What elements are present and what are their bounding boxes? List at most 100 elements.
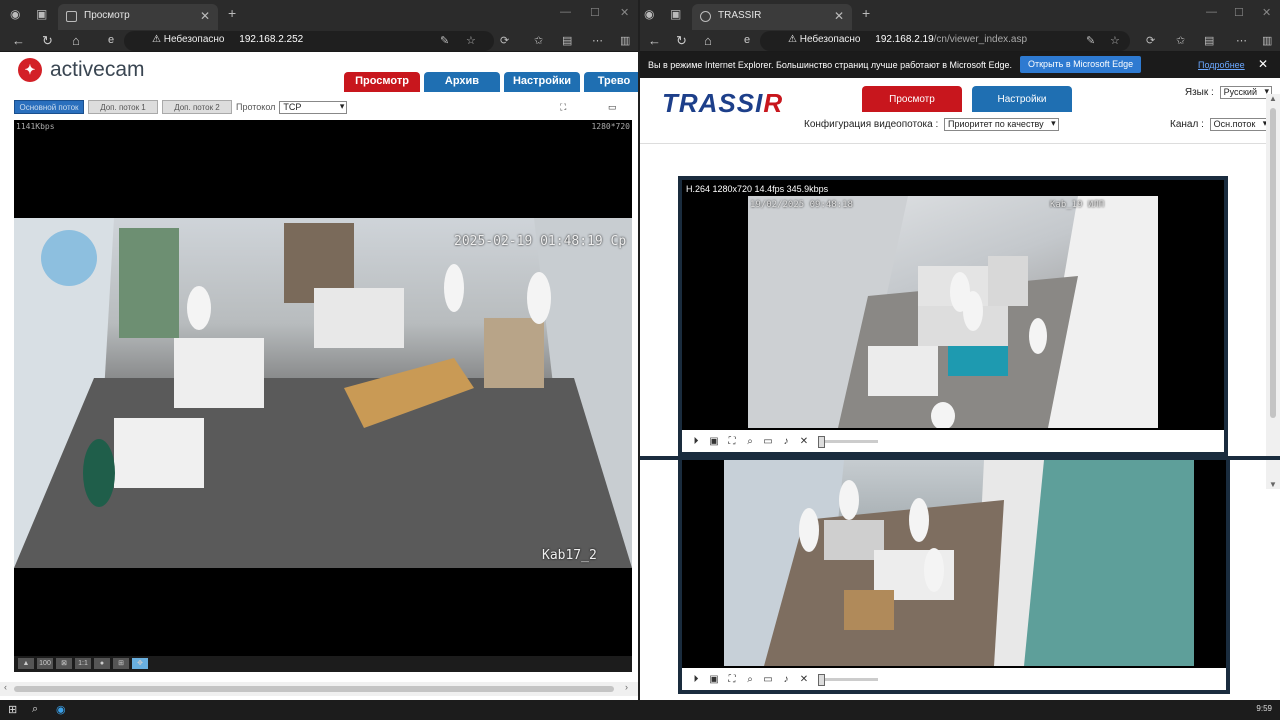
- insecure-warning[interactable]: ⚠ Небезопасно: [152, 34, 224, 45]
- favorite-star-icon[interactable]: ☆: [1110, 34, 1120, 47]
- grid-icon[interactable]: ⊞: [113, 658, 129, 669]
- fullscreen-icon[interactable]: ⛶: [726, 436, 738, 447]
- language-select[interactable]: Русский: [1219, 86, 1272, 99]
- scroll-down-icon[interactable]: ▼: [1269, 480, 1277, 489]
- stream-main-button[interactable]: Основной поток: [14, 100, 84, 114]
- scroll-right-icon[interactable]: ›: [625, 682, 628, 692]
- insecure-warning[interactable]: ⚠ Небезопасно: [788, 34, 860, 45]
- tab-actions-icon[interactable]: ▣: [670, 7, 681, 21]
- menu-icon[interactable]: ⋯: [1236, 34, 1247, 47]
- snapshot-icon[interactable]: ▣: [708, 674, 720, 685]
- nav-arkhiv[interactable]: Архив: [424, 72, 500, 92]
- microphone-icon[interactable]: ♪: [780, 436, 792, 447]
- video-player-1[interactable]: H.264 1280x720 14.4fps 345.9kbps 19/02/2…: [678, 176, 1228, 456]
- edge-icon[interactable]: ◉: [56, 703, 66, 716]
- maximize-icon[interactable]: ☐: [1234, 6, 1244, 19]
- fullscreen-icon[interactable]: ⛶: [726, 674, 738, 685]
- snapshot-icon[interactable]: ▣: [708, 436, 720, 447]
- sidebar-icon[interactable]: ▥: [1262, 34, 1272, 47]
- record-icon[interactable]: ▭: [762, 674, 774, 685]
- ptz-icon[interactable]: ✥: [132, 658, 148, 669]
- new-tab-icon[interactable]: +: [862, 5, 870, 21]
- collections-icon[interactable]: ▤: [1204, 34, 1214, 47]
- mute-icon[interactable]: ✕: [798, 436, 810, 447]
- maximize-icon[interactable]: ☐: [590, 6, 600, 19]
- record-icon[interactable]: ●: [94, 658, 110, 669]
- learn-more-link[interactable]: Подробнее: [1198, 60, 1245, 70]
- camera-feed-2: [724, 460, 1194, 666]
- volume-slider[interactable]: [818, 435, 878, 448]
- stream-sub1-button[interactable]: Доп. поток 1: [88, 100, 158, 114]
- read-aloud-icon[interactable]: ✎: [1086, 34, 1095, 47]
- stream-config-select[interactable]: Приоритет по качеству: [944, 118, 1059, 131]
- protocol-select[interactable]: TCP: [279, 100, 348, 114]
- refresh-icon[interactable]: ↻: [676, 33, 687, 49]
- stream-sub2-button[interactable]: Доп. поток 2: [162, 100, 232, 114]
- horizontal-scrollbar[interactable]: ‹ ›: [0, 682, 638, 696]
- close-infobar-icon[interactable]: ✕: [1258, 57, 1268, 71]
- back-icon[interactable]: ←: [648, 33, 661, 48]
- tab-trassir[interactable]: TRASSIR ✕: [692, 4, 852, 30]
- nav-prosmotr[interactable]: Просмотр: [344, 72, 420, 92]
- nav-trevogi[interactable]: Трево: [584, 72, 638, 92]
- mute-icon[interactable]: ✕: [798, 674, 810, 685]
- close-window-icon[interactable]: ✕: [1262, 6, 1271, 19]
- scroll-thumb[interactable]: [1270, 108, 1276, 418]
- ie-mode-icon[interactable]: e: [744, 34, 750, 46]
- fullscreen-icon[interactable]: ⛶: [560, 102, 566, 113]
- one-to-one-button[interactable]: 1:1: [75, 658, 91, 669]
- scroll-thumb[interactable]: [14, 686, 614, 692]
- zoom-icon[interactable]: ⌕: [744, 674, 756, 685]
- menu-icon[interactable]: ⋯: [592, 34, 603, 47]
- snapshot-icon[interactable]: ▲: [18, 658, 34, 669]
- tab-actions-icon[interactable]: ▣: [36, 7, 47, 21]
- record-icon[interactable]: ▭: [762, 436, 774, 447]
- back-icon[interactable]: ←: [12, 33, 25, 48]
- refresh-icon[interactable]: ↻: [42, 33, 53, 49]
- collections-icon[interactable]: ▤: [562, 34, 572, 47]
- profile-icon[interactable]: ◉: [644, 7, 654, 21]
- channel-label: Канал :: [1170, 119, 1204, 130]
- minimize-icon[interactable]: —: [560, 6, 571, 18]
- scroll-up-icon[interactable]: ▲: [1269, 94, 1277, 103]
- new-tab-icon[interactable]: +: [228, 5, 236, 21]
- refresh-page-icon[interactable]: ⟳: [1146, 34, 1155, 47]
- window-toggle-icon[interactable]: ▭: [608, 102, 617, 113]
- ie-mode-icon[interactable]: e: [108, 34, 114, 46]
- tab-prosmotr[interactable]: Просмотр ✕: [58, 4, 218, 30]
- address-bar: ← ↻ ⌂ e ⚠ Небезопасно 192.168.2.252 ✎ ☆ …: [0, 30, 638, 52]
- vertical-scrollbar[interactable]: ▲ ▼: [1266, 94, 1280, 489]
- home-icon[interactable]: ⌂: [704, 33, 712, 48]
- open-in-edge-button[interactable]: Открыть в Microsoft Edge: [1020, 56, 1142, 73]
- play-icon[interactable]: ⏵: [690, 674, 702, 685]
- url-field[interactable]: ⚠ Небезопасно 192.168.2.19/cn/viewer_ind…: [760, 31, 1130, 51]
- read-aloud-icon[interactable]: ✎: [440, 34, 449, 47]
- channel-select[interactable]: Осн.поток: [1209, 118, 1271, 131]
- video-player[interactable]: 1141Kbps 1280*720 2025-02-19 01:48:19 Ср…: [14, 120, 632, 672]
- zoom-100-button[interactable]: 100: [37, 658, 53, 669]
- close-tab-icon[interactable]: ✕: [200, 9, 210, 23]
- zoom-icon[interactable]: ⌕: [744, 436, 756, 447]
- url-field[interactable]: ⚠ Небезопасно 192.168.2.252: [124, 31, 494, 51]
- microphone-icon[interactable]: ♪: [780, 674, 792, 685]
- video-player-2[interactable]: ⏵ ▣ ⛶ ⌕ ▭ ♪ ✕: [678, 460, 1230, 694]
- start-icon[interactable]: ⊞: [8, 703, 17, 716]
- nav-nastroyki[interactable]: Настройки: [504, 72, 580, 92]
- volume-slider[interactable]: [818, 673, 878, 686]
- sidebar-icon[interactable]: ▥: [620, 34, 630, 47]
- profile-icon[interactable]: ◉: [10, 7, 20, 21]
- close-tab-icon[interactable]: ✕: [834, 9, 844, 23]
- tab-prosmotr[interactable]: Просмотр: [862, 86, 962, 112]
- home-icon[interactable]: ⌂: [72, 33, 80, 48]
- minimize-icon[interactable]: —: [1206, 6, 1217, 18]
- favorite-star-icon[interactable]: ☆: [466, 34, 476, 47]
- tab-nastroyki[interactable]: Настройки: [972, 86, 1072, 112]
- play-icon[interactable]: ⏵: [690, 436, 702, 447]
- search-icon[interactable]: ⌕: [32, 703, 38, 716]
- fit-icon[interactable]: ⊠: [56, 658, 72, 669]
- close-window-icon[interactable]: ✕: [620, 6, 629, 19]
- favorites-icon[interactable]: ✩: [534, 34, 543, 47]
- refresh-page-icon[interactable]: ⟳: [500, 34, 509, 47]
- scroll-left-icon[interactable]: ‹: [4, 682, 7, 692]
- favorites-icon[interactable]: ✩: [1176, 34, 1185, 47]
